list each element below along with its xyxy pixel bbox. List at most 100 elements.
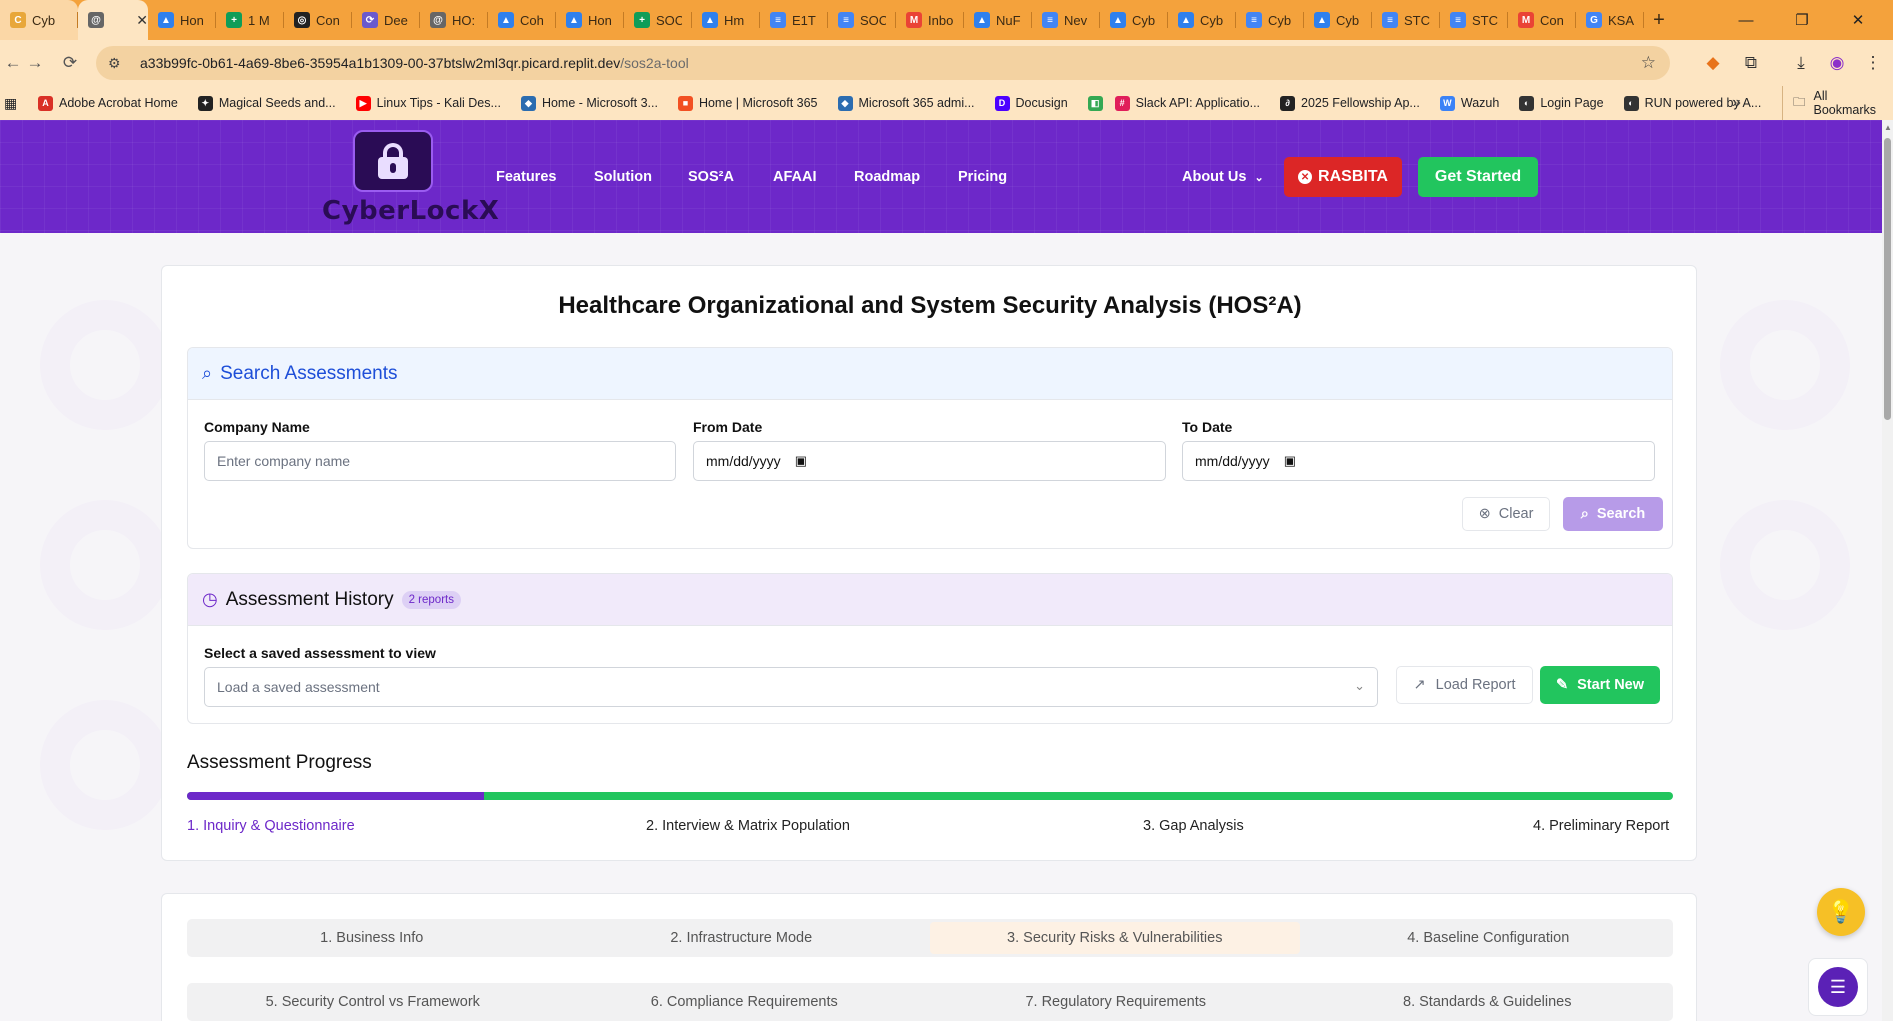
- lightbulb-icon[interactable]: 💡: [1817, 888, 1865, 936]
- url-input[interactable]: ⚙ a33b99fc-0b61-4a69-8be6-35954a1b1309-0…: [96, 46, 1670, 80]
- browser-tab[interactable]: ▲ Cyb: [1304, 0, 1372, 40]
- browser-tab[interactable]: ▲ Cyb: [1168, 0, 1236, 40]
- bookmark-item[interactable]: ■ Home | Microsoft 365: [677, 95, 818, 111]
- forward-icon[interactable]: →: [18, 46, 52, 80]
- load-report-button[interactable]: ↗ Load Report: [1396, 666, 1533, 704]
- bookmark-item[interactable]: ∂ 2025 Fellowship Ap...: [1280, 95, 1420, 111]
- browser-tab[interactable]: +1 M: [216, 0, 284, 40]
- step-inquiry[interactable]: 1. Inquiry & Questionnaire: [187, 818, 355, 834]
- tab-infrastructure-mode[interactable]: 2. Infrastructure Mode: [557, 919, 927, 957]
- browser-tab[interactable]: ▲ Cyb: [1100, 0, 1168, 40]
- scrollbar-thumb[interactable]: [1884, 138, 1891, 420]
- browser-tab[interactable]: ≡ SOC: [828, 0, 896, 40]
- browser-tab[interactable]: ≡ STC: [1440, 0, 1508, 40]
- bookmark-favicon-icon: ■: [677, 95, 693, 111]
- rasbita-button[interactable]: ✕ RASBITA: [1284, 157, 1402, 197]
- tab-favicon-icon: ▲: [158, 12, 174, 28]
- browser-tab[interactable]: @ HO:: [420, 0, 488, 40]
- clock-icon: ◷: [202, 589, 218, 609]
- browser-tab[interactable]: ▲ Coh: [488, 0, 556, 40]
- browser-tab[interactable]: M Inbo: [896, 0, 964, 40]
- logo[interactable]: [353, 130, 433, 192]
- clear-button[interactable]: ⊗ Clear: [1462, 497, 1550, 531]
- lock-icon: [378, 143, 408, 179]
- browser-tab[interactable]: ▲ NuF: [964, 0, 1032, 40]
- tab-title: SOC: [860, 12, 886, 28]
- browser-tab[interactable]: ▲ Hon: [148, 0, 216, 40]
- nav-solution[interactable]: Solution: [594, 169, 652, 185]
- bookmark-item[interactable]: ✦ Magical Seeds and...: [197, 95, 336, 111]
- reload-icon[interactable]: ⟳: [53, 46, 87, 80]
- tab-business-info[interactable]: 1. Business Info: [187, 919, 557, 957]
- close-tab-icon[interactable]: ✕: [136, 12, 148, 29]
- saved-assessment-select[interactable]: Load a saved assessment ⌄: [204, 667, 1378, 707]
- tab-baseline-configuration[interactable]: 4. Baseline Configuration: [1304, 919, 1674, 957]
- browser-tab[interactable]: C Cyb: [0, 0, 78, 40]
- browser-tab[interactable]: ⟳ Dee: [352, 0, 420, 40]
- nav-features[interactable]: Features: [496, 169, 556, 185]
- browser-tab[interactable]: ▲ Hon: [556, 0, 624, 40]
- to-date-input[interactable]: mm/dd/yyyy ▣: [1182, 441, 1655, 481]
- metamask-icon[interactable]: ◆: [1696, 46, 1730, 80]
- search-button[interactable]: ⌕ Search: [1563, 497, 1663, 531]
- bookmark-item[interactable]: A Adobe Acrobat Home: [38, 95, 178, 111]
- minimize-icon[interactable]: —: [1718, 0, 1774, 40]
- nav-roadmap[interactable]: Roadmap: [854, 169, 920, 185]
- browser-tab[interactable]: M Con: [1508, 0, 1576, 40]
- more-bookmarks-icon[interactable]: »: [1732, 94, 1741, 112]
- browser-tab[interactable]: ≡ Cyb: [1236, 0, 1304, 40]
- browser-tab[interactable]: ▲ Hm: [692, 0, 760, 40]
- bookmark-item[interactable]: # Slack API: Applicatio...: [1114, 95, 1260, 111]
- close-window-icon[interactable]: ✕: [1830, 0, 1886, 40]
- tab-security-control[interactable]: 5. Security Control vs Framework: [187, 983, 559, 1021]
- scroll-up-icon[interactable]: ▲: [1884, 123, 1892, 132]
- step-gap-analysis[interactable]: 3. Gap Analysis: [1143, 818, 1244, 834]
- bookmark-item[interactable]: ▶ Linux Tips - Kali Des...: [355, 95, 501, 111]
- get-started-button[interactable]: Get Started: [1418, 157, 1538, 197]
- bookmark-item[interactable]: ◐ Login Page: [1519, 95, 1604, 111]
- download-icon[interactable]: ⤓: [1784, 46, 1818, 80]
- page-scrollbar[interactable]: ▲: [1882, 120, 1893, 1021]
- bookmark-favicon-icon: W: [1439, 95, 1455, 111]
- tab-security-risks[interactable]: 3. Security Risks & Vulnerabilities: [930, 922, 1300, 954]
- browser-menu-icon[interactable]: ⋮: [1856, 46, 1890, 80]
- tab-standards-guidelines[interactable]: 8. Standards & Guidelines: [1302, 983, 1674, 1021]
- step-preliminary-report[interactable]: 4. Preliminary Report: [1533, 818, 1669, 834]
- tab-favicon-icon: ⟳: [362, 12, 378, 28]
- browser-tab[interactable]: G KSA: [1576, 0, 1644, 40]
- bookmark-item[interactable]: ◆ Microsoft 365 admi...: [837, 95, 975, 111]
- maximize-icon[interactable]: ❐: [1774, 0, 1830, 40]
- company-name-input[interactable]: Enter company name: [204, 441, 676, 481]
- from-date-input[interactable]: mm/dd/yyyy ▣: [693, 441, 1166, 481]
- site-settings-icon[interactable]: ⚙: [108, 55, 130, 72]
- profile-avatar[interactable]: ◉: [1820, 46, 1854, 80]
- bookmark-item[interactable]: ◆ Home - Microsoft 3...: [520, 95, 658, 111]
- browser-tab[interactable]: + SOC: [624, 0, 692, 40]
- new-tab-icon[interactable]: +: [1644, 0, 1674, 40]
- bookmark-item[interactable]: D Docusign: [994, 95, 1068, 111]
- bookmark-item[interactable]: ◧: [1087, 95, 1103, 111]
- browser-tab[interactable]: ≡ E1T: [760, 0, 828, 40]
- nav-sos2a[interactable]: SOS²A: [688, 169, 734, 185]
- tab-compliance-requirements[interactable]: 6. Compliance Requirements: [559, 983, 931, 1021]
- about-us-dropdown[interactable]: About Us ⌄: [1182, 169, 1264, 185]
- nav-pricing[interactable]: Pricing: [958, 169, 1007, 185]
- bookmark-label: Linux Tips - Kali Des...: [376, 96, 501, 110]
- step-interview[interactable]: 2. Interview & Matrix Population: [646, 818, 850, 834]
- browser-tab[interactable]: @ ✕: [78, 0, 148, 40]
- logo-text[interactable]: CyberLockX: [322, 196, 499, 226]
- nav-afaai[interactable]: AFAAI: [773, 169, 817, 185]
- start-new-button[interactable]: ✎ Start New: [1540, 666, 1660, 704]
- tab-regulatory-requirements[interactable]: 7. Regulatory Requirements: [930, 983, 1302, 1021]
- bookmark-star-icon[interactable]: ☆: [1641, 53, 1656, 73]
- browser-tab[interactable]: ◎ Con: [284, 0, 352, 40]
- browser-tab[interactable]: ≡ Nev: [1032, 0, 1100, 40]
- browser-tab[interactable]: ≡ STC: [1372, 0, 1440, 40]
- calendar-icon[interactable]: ▣: [795, 453, 807, 469]
- all-bookmarks-button[interactable]: 🗀 All Bookmarks: [1782, 86, 1893, 120]
- extensions-icon[interactable]: ⧉: [1734, 46, 1768, 80]
- calendar-icon[interactable]: ▣: [1284, 453, 1296, 469]
- apps-grid-icon[interactable]: ▦: [4, 95, 17, 112]
- menu-icon[interactable]: ☰: [1818, 967, 1858, 1007]
- bookmark-item[interactable]: W Wazuh: [1439, 95, 1499, 111]
